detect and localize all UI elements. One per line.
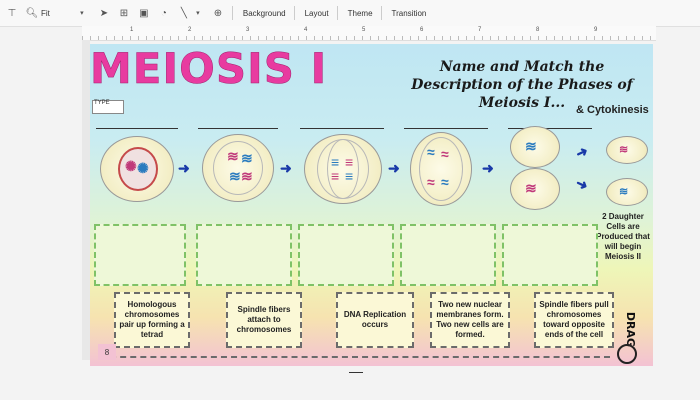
chromosome: ≡ <box>345 168 354 184</box>
chromosome: ≋ <box>229 168 241 184</box>
background-button[interactable]: Background <box>243 9 286 18</box>
chromosome: ≡ <box>331 154 340 170</box>
chromosome: ≈ <box>441 174 449 190</box>
arrow-right-icon: ➜ <box>280 160 292 176</box>
drag-label-text: DRAG <box>624 311 638 347</box>
text-box-icon[interactable]: ⊞ <box>118 7 130 19</box>
tangled-chromosomes: ✺ <box>125 158 137 174</box>
text-cursor <box>349 372 363 373</box>
ruler-number: 7 <box>478 27 482 33</box>
transition-button[interactable]: Transition <box>392 9 427 18</box>
toolbar-divider <box>231 6 233 20</box>
vertical-ruler <box>82 40 90 360</box>
chromosome: ≋ <box>619 144 629 156</box>
cards-tray-border <box>100 356 610 358</box>
ruler-number: 6 <box>420 27 424 33</box>
chromosome: ≋ <box>619 186 629 198</box>
arrow-down-right-icon: ➜ <box>573 174 591 194</box>
arrow-right-icon: ➜ <box>388 160 400 176</box>
cytokinesis-label[interactable]: & Cytokinesis <box>576 104 649 116</box>
chevron-down-icon[interactable]: ▾ <box>76 7 88 19</box>
answer-line[interactable] <box>300 128 384 129</box>
chromosome: ≈ <box>427 144 435 160</box>
metaphase-cell-image[interactable]: ≋ ≋ ≋ ≋ <box>202 134 274 202</box>
tangled-chromosomes: ✺ <box>137 160 149 176</box>
drag-handle-icon[interactable] <box>617 344 637 364</box>
editor-toolbar: ⊤ 🔍︎ Fit ▾ ➤ ⊞ ▣ ◔ ╲ ▾ ⊕ Background Layo… <box>0 0 700 27</box>
chromosome: ≡ <box>331 168 340 184</box>
chevron-down-icon[interactable]: ▾ <box>192 7 204 19</box>
answer-line[interactable] <box>96 128 178 129</box>
drag-card[interactable]: DNA Replication occurs <box>336 292 414 348</box>
horizontal-ruler: 1 2 3 4 5 6 7 8 9 <box>82 26 656 41</box>
daughter-cell-image[interactable]: ≋ <box>606 178 648 206</box>
zoom-level[interactable]: Fit <box>41 9 50 18</box>
ruler-number: 2 <box>188 27 192 33</box>
shape-icon[interactable]: ◔ <box>158 7 170 19</box>
layout-button[interactable]: Layout <box>305 9 329 18</box>
type-label: TYPE <box>94 100 110 106</box>
toolbar-divider <box>293 6 295 20</box>
prophase-cell-image[interactable]: ✺ ✺ <box>100 136 174 202</box>
zoom-icon[interactable]: 🔍︎ <box>26 7 39 19</box>
telophase-bottom-cell[interactable]: ≋ <box>510 168 560 210</box>
image-icon[interactable]: ▣ <box>138 7 150 19</box>
chromosome: ≋ <box>241 168 253 184</box>
toolbar-divider <box>336 6 338 20</box>
drop-zone[interactable] <box>298 224 394 286</box>
daughter-cells-note[interactable]: 2 Daughter Cells are Produced that will … <box>595 212 651 262</box>
ruler-ticks <box>82 36 656 40</box>
drag-card[interactable]: Homologous chromosomes pair up forming a… <box>114 292 190 348</box>
answer-line[interactable] <box>404 128 488 129</box>
chromosome: ≈ <box>441 146 449 162</box>
type-badge[interactable]: TYPE <box>92 100 124 114</box>
ruler-number: 9 <box>594 27 598 33</box>
slide-title[interactable]: MEIOSIS I <box>90 45 327 92</box>
slide-canvas[interactable]: MEIOSIS I Name and Match the Description… <box>90 44 653 366</box>
answer-line[interactable] <box>198 128 278 129</box>
chromosome: ≋ <box>525 138 537 154</box>
chromosome: ≡ <box>345 154 354 170</box>
arrow-up-right-icon: ➜ <box>572 142 591 162</box>
chromosome: ≈ <box>427 174 435 190</box>
theme-button[interactable]: Theme <box>348 9 373 18</box>
telophase-top-cell[interactable]: ≋ <box>510 126 560 168</box>
ruler-number: 8 <box>536 27 540 33</box>
drop-zone[interactable] <box>400 224 496 286</box>
metaphase-one-cell-image[interactable]: ≡ ≡ ≡ ≡ <box>304 134 382 204</box>
arrow-right-icon: ➜ <box>482 160 494 176</box>
select-pointer-icon[interactable]: ➤ <box>98 7 110 19</box>
line-icon[interactable]: ╲ <box>178 7 190 19</box>
chromosome: ≋ <box>227 148 239 164</box>
chromosome: ≋ <box>241 150 253 166</box>
ruler-number: 4 <box>304 27 308 33</box>
layout-icon[interactable]: ⊤ <box>6 7 18 19</box>
drag-card[interactable]: Two new nuclear membranes form. Two new … <box>430 292 510 348</box>
daughter-cell-image[interactable]: ≋ <box>606 136 648 164</box>
anaphase-cell-image[interactable]: ≈ ≈ ≈ ≈ <box>410 132 472 206</box>
slide-number: 8 <box>98 344 116 360</box>
arrow-right-icon: ➜ <box>178 160 190 176</box>
drop-zone[interactable] <box>196 224 292 286</box>
toolbar-divider <box>380 6 382 20</box>
ruler-number: 1 <box>130 27 134 33</box>
drag-card[interactable]: Spindle fibers pull chromosomes toward o… <box>534 292 614 348</box>
drag-card[interactable]: Spindle fibers attach to chromosomes <box>226 292 302 348</box>
drop-zone[interactable] <box>502 224 598 286</box>
ruler-number: 3 <box>246 27 250 33</box>
add-comment-icon[interactable]: ⊕ <box>212 7 224 19</box>
ruler-number: 5 <box>362 27 366 33</box>
chromosome: ≋ <box>525 180 537 196</box>
drop-zone[interactable] <box>94 224 186 286</box>
